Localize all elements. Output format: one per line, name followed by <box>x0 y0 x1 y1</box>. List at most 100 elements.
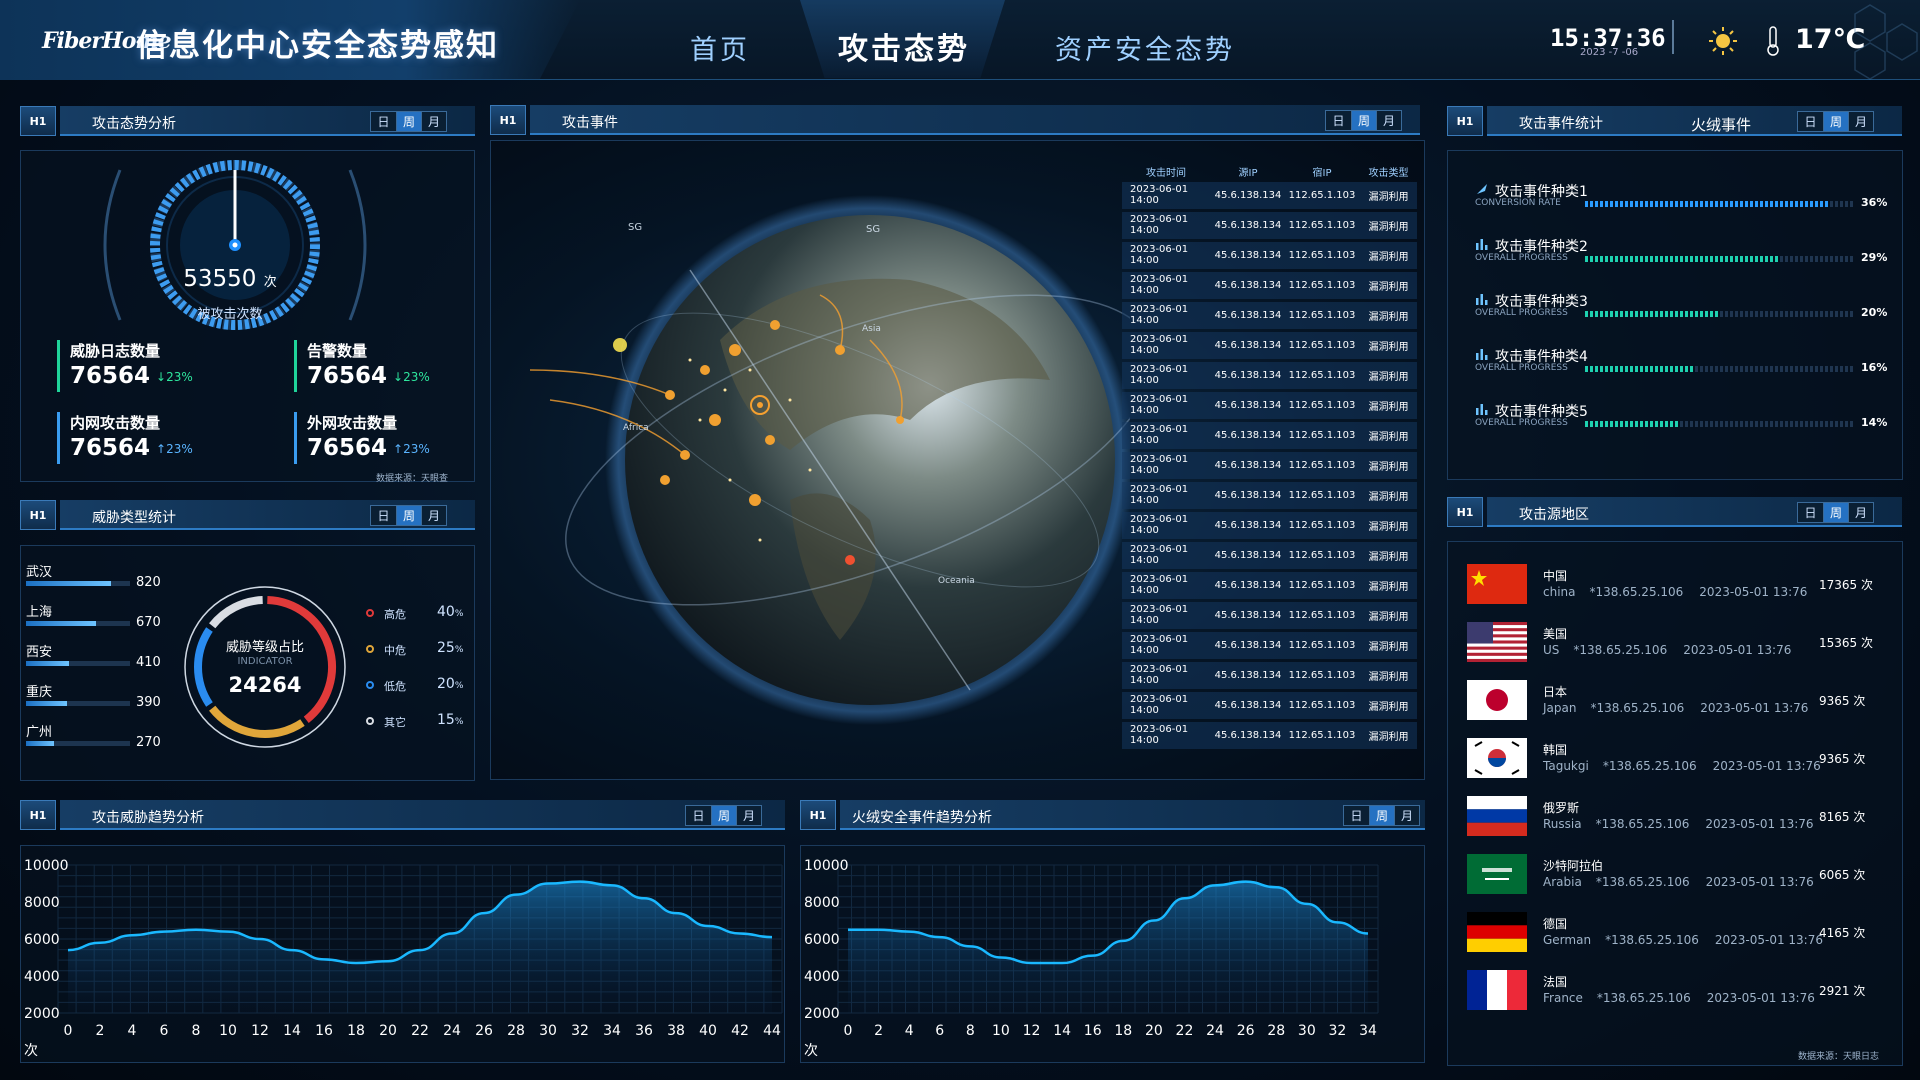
tab-week[interactable]: 周 <box>1369 806 1394 825</box>
table-row[interactable]: 2023-06-01 14:00 45.6.138.134 112.65.1.103… <box>1122 362 1417 389</box>
progress-segment <box>1655 366 1658 372</box>
tab-month[interactable]: 月 <box>1394 806 1419 825</box>
table-row[interactable]: 2023-06-01 14:00 45.6.138.134 112.65.1.103… <box>1122 692 1417 719</box>
table-row[interactable]: 2023-06-01 14:00 45.6.138.134 112.65.1.103… <box>1122 332 1417 359</box>
table-row[interactable]: 2023-06-01 14:00 45.6.138.134 112.65.1.103… <box>1122 212 1417 239</box>
table-row[interactable]: 2023-06-01 14:00 45.6.138.134 112.65.1.103… <box>1122 572 1417 599</box>
event-type-progress <box>1585 311 1853 317</box>
x-tick-label: 18 <box>347 1023 365 1039</box>
table-row[interactable]: 2023-06-01 14:00 45.6.138.134 112.65.1.103… <box>1122 182 1417 209</box>
table-row[interactable]: 2023-06-01 14:00 45.6.138.134 112.65.1.103… <box>1122 392 1417 419</box>
nav-home[interactable]: 首页 <box>690 28 750 67</box>
progress-segment <box>1755 256 1758 262</box>
table-row[interactable]: 2023-06-01 14:00 45.6.138.134 112.65.1.103… <box>1122 452 1417 479</box>
source-country-row[interactable]: 中国 china *138.65.25.106 2023-05-01 13:76 173… <box>1467 564 1887 614</box>
legend-dot <box>366 609 374 617</box>
tab-week[interactable]: 周 <box>396 112 421 131</box>
progress-segment <box>1735 201 1738 207</box>
table-row[interactable]: 2023-06-01 14:00 45.6.138.134 112.65.1.103… <box>1122 302 1417 329</box>
tab-week[interactable]: 周 <box>396 506 421 525</box>
cell-dst-ip: 112.65.1.103 <box>1288 459 1356 471</box>
source-country-row[interactable]: 美国 US *138.65.25.106 2023-05-01 13:76 15365 … <box>1467 622 1887 672</box>
progress-segment <box>1845 421 1848 427</box>
cell-src-ip: 45.6.138.134 <box>1214 699 1282 711</box>
event-type-caption: OVERALL PROGRESS <box>1475 253 1568 263</box>
period-tabs: 日周月 <box>370 111 447 132</box>
source-country-row[interactable]: 韩国 Tagukgi *138.65.25.106 2023-05-01 13:76 9… <box>1467 738 1887 788</box>
subtab-huorong[interactable]: 火绒事件 <box>1691 114 1751 135</box>
cell-attack-type: 漏洞利用 <box>1368 461 1409 473</box>
progress-segment <box>1655 311 1658 317</box>
tab-month[interactable]: 月 <box>1376 111 1401 130</box>
tab-week[interactable]: 周 <box>711 806 736 825</box>
city-bar-fill <box>26 741 55 746</box>
country-name: 俄罗斯 <box>1543 801 1580 815</box>
progress-segment <box>1745 366 1748 372</box>
source-country-row[interactable]: 沙特阿拉伯 Arabia *138.65.25.106 2023-05-01 13:7… <box>1467 854 1887 904</box>
x-tick-label: 40 <box>699 1023 717 1039</box>
tab-day[interactable]: 日 <box>1798 503 1823 522</box>
progress-segment <box>1800 311 1803 317</box>
progress-segment <box>1695 366 1698 372</box>
progress-segment <box>1800 256 1803 262</box>
source-country-row[interactable]: 法国 France *138.65.25.106 2023-05-01 13:76 29… <box>1467 970 1887 1020</box>
nav-attack-situation[interactable]: 攻击态势 <box>838 24 970 68</box>
tab-week[interactable]: 周 <box>1351 111 1376 130</box>
tab-week[interactable]: 周 <box>1823 112 1848 131</box>
tab-month[interactable]: 月 <box>421 506 446 525</box>
country-info: France *138.65.25.106 2023-05-01 13:76 <box>1543 991 1815 1005</box>
table-row[interactable]: 2023-06-01 14:00 45.6.138.134 112.65.1.103… <box>1122 482 1417 509</box>
x-tick-label: 8 <box>966 1023 975 1039</box>
table-row[interactable]: 2023-06-01 14:00 45.6.138.134 112.65.1.103… <box>1122 602 1417 629</box>
tab-month[interactable]: 月 <box>736 806 761 825</box>
event-type-percent: 20% <box>1861 306 1888 319</box>
table-row[interactable]: 2023-06-01 14:00 45.6.138.134 112.65.1.103… <box>1122 632 1417 659</box>
source-country-row[interactable]: 德国 German *138.65.25.106 2023-05-01 13:76 41… <box>1467 912 1887 962</box>
tab-day[interactable]: 日 <box>371 112 396 131</box>
tab-week[interactable]: 周 <box>1823 503 1848 522</box>
table-row[interactable]: 2023-06-01 14:00 45.6.138.134 112.65.1.103… <box>1122 512 1417 539</box>
tab-month[interactable]: 月 <box>421 112 446 131</box>
progress-segment <box>1700 421 1703 427</box>
table-row[interactable]: 2023-06-01 14:00 45.6.138.134 112.65.1.103… <box>1122 662 1417 689</box>
x-tick-label: 30 <box>539 1023 557 1039</box>
progress-segment <box>1760 201 1763 207</box>
country-ip: *138.65.25.106 <box>1602 759 1697 773</box>
table-row[interactable]: 2023-06-01 14:00 45.6.138.134 112.65.1.103… <box>1122 542 1417 569</box>
period-tabs: 日周月 <box>1325 110 1402 131</box>
nav-asset-security[interactable]: 资产安全态势 <box>1055 28 1235 67</box>
tab-day[interactable]: 日 <box>371 506 396 525</box>
progress-segment <box>1600 421 1603 427</box>
table-row[interactable]: 2023-06-01 14:00 45.6.138.134 112.65.1.103… <box>1122 422 1417 449</box>
progress-segment <box>1805 366 1808 372</box>
progress-segment <box>1660 421 1663 427</box>
progress-segment <box>1615 421 1618 427</box>
progress-segment <box>1620 421 1623 427</box>
country-name: 美国 <box>1543 627 1568 641</box>
city-value: 820 <box>136 575 161 590</box>
panel-title: 攻击态势分析 <box>92 116 176 132</box>
progress-segment <box>1685 311 1688 317</box>
tab-day[interactable]: 日 <box>1326 111 1351 130</box>
table-row[interactable]: 2023-06-01 14:00 45.6.138.134 112.65.1.103… <box>1122 272 1417 299</box>
progress-segment <box>1660 311 1663 317</box>
progress-segment <box>1845 366 1848 372</box>
progress-segment <box>1840 311 1843 317</box>
table-row[interactable]: 2023-06-01 14:00 45.6.138.134 112.65.1.103… <box>1122 242 1417 269</box>
progress-segment <box>1740 256 1743 262</box>
event-type-row: 攻击事件种类3 OVERALL PROGRESS 20% <box>1475 291 1888 331</box>
cell-src-ip: 45.6.138.134 <box>1214 279 1282 291</box>
tab-day[interactable]: 日 <box>686 806 711 825</box>
source-country-row[interactable]: 日本 Japan *138.65.25.106 2023-05-01 13:76 936… <box>1467 680 1887 730</box>
cell-attack-type: 漏洞利用 <box>1368 401 1409 413</box>
tab-month[interactable]: 月 <box>1848 503 1873 522</box>
table-row[interactable]: 2023-06-01 14:00 45.6.138.134 112.65.1.103… <box>1122 722 1417 749</box>
tab-month[interactable]: 月 <box>1848 112 1873 131</box>
progress-segment <box>1755 421 1758 427</box>
source-country-row[interactable]: 俄罗斯 Russia *138.65.25.106 2023-05-01 13:76 8… <box>1467 796 1887 846</box>
event-type-row: 攻击事件种类2 OVERALL PROGRESS 29% <box>1475 236 1887 276</box>
tab-day[interactable]: 日 <box>1344 806 1369 825</box>
tab-day[interactable]: 日 <box>1798 112 1823 131</box>
event-type-row: 攻击事件种类1 CONVERSION RATE 36% <box>1475 181 1887 221</box>
panel-title: 威胁类型统计 <box>92 510 176 526</box>
